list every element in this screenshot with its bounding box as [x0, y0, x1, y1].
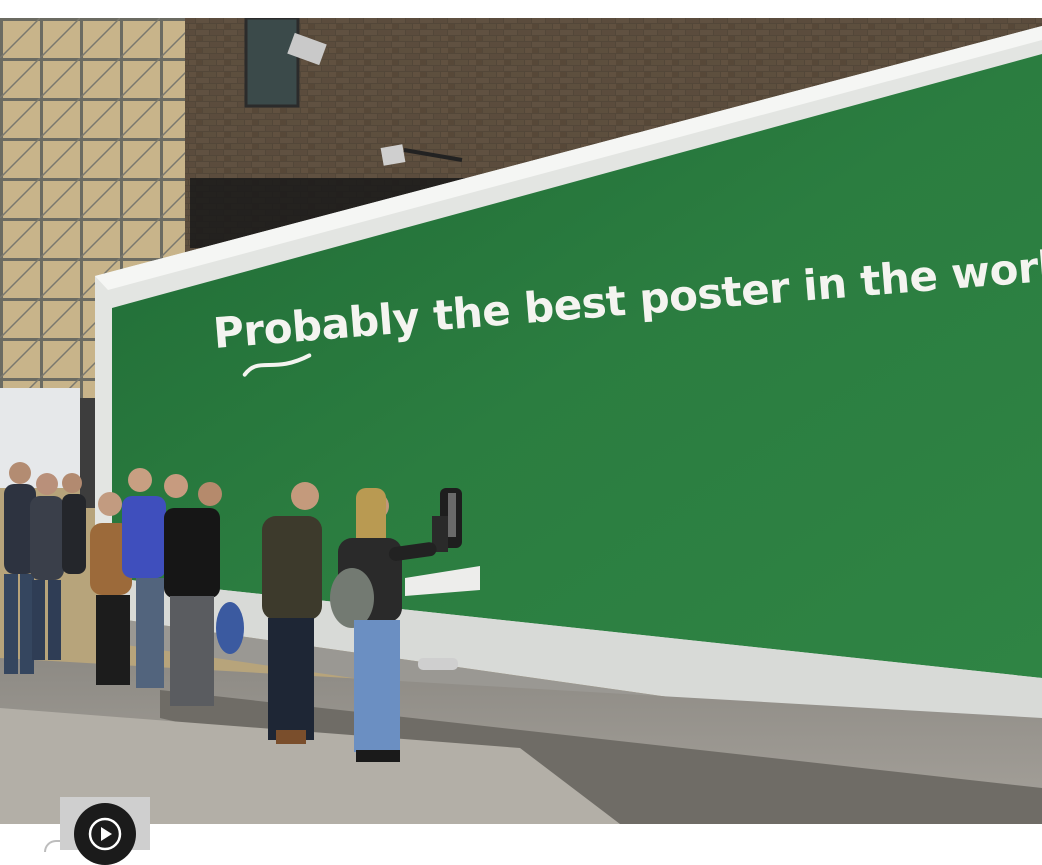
- decorative-corner: [44, 840, 60, 852]
- play-circle: [74, 803, 136, 865]
- photo: Probably the best poster in the world: [0, 18, 1042, 824]
- window: [244, 18, 300, 108]
- play-button[interactable]: [60, 797, 150, 865]
- play-icon: [88, 817, 122, 851]
- street-scene: [0, 18, 1042, 824]
